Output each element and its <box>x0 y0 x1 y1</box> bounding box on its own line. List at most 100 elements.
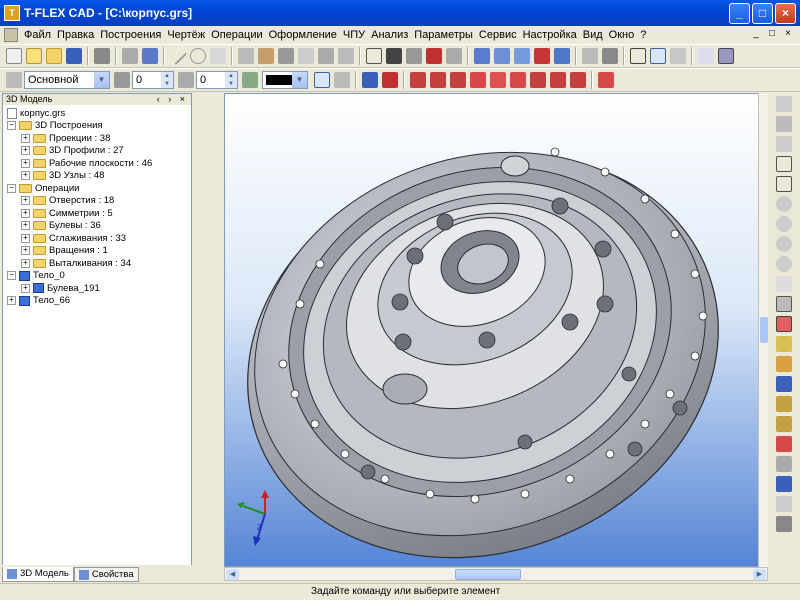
scroll-right-icon[interactable]: ▶ <box>753 569 766 580</box>
tree-item[interactable]: + Проекции : 38 <box>7 132 191 145</box>
filter-5-icon[interactable] <box>490 72 506 88</box>
minimize-button[interactable]: _ <box>729 3 750 24</box>
filter-icon[interactable] <box>314 72 330 88</box>
menu-help[interactable]: ? <box>637 29 649 41</box>
hidden-lines-icon[interactable] <box>776 496 792 512</box>
tab-properties[interactable]: Свойства <box>73 567 139 582</box>
tree-item[interactable]: − Операции <box>7 182 191 195</box>
selector-icon[interactable] <box>334 72 350 88</box>
grid-icon[interactable] <box>366 48 382 64</box>
point-icon[interactable] <box>210 48 226 64</box>
edges-icon[interactable] <box>776 516 792 532</box>
open-folder-icon[interactable] <box>46 48 62 64</box>
filter-1-icon[interactable] <box>410 72 426 88</box>
table-icon[interactable] <box>630 48 646 64</box>
color-picker-icon[interactable] <box>242 72 258 88</box>
vertical-scrollbar[interactable] <box>758 93 768 567</box>
scroll-left-icon[interactable]: ◀ <box>226 569 239 580</box>
fill-icon[interactable] <box>338 48 354 64</box>
rotate-view-icon[interactable] <box>776 116 792 132</box>
document-icon[interactable] <box>4 27 18 42</box>
clip-icon[interactable] <box>582 48 598 64</box>
expand-icon[interactable]: + <box>21 146 30 156</box>
doc-minimize-button[interactable]: _ <box>750 28 762 40</box>
menu-format[interactable]: Оформление <box>266 29 340 41</box>
layers-icon[interactable] <box>670 48 686 64</box>
new-3d-icon[interactable] <box>26 48 42 64</box>
color-combo[interactable]: ▼ <box>262 71 308 89</box>
horizontal-scrollbar[interactable]: ◀ ▶ <box>224 567 768 581</box>
circle-icon[interactable] <box>190 48 206 64</box>
menu-drawing[interactable]: Чертёж <box>164 29 208 41</box>
menu-construct[interactable]: Построения <box>97 29 164 41</box>
shade-icon[interactable] <box>776 436 792 452</box>
select-face-icon[interactable] <box>382 72 398 88</box>
expand-icon[interactable]: + <box>7 296 16 306</box>
expand-icon[interactable]: + <box>21 221 30 231</box>
hscroll-thumb[interactable] <box>455 569 521 580</box>
new-file-icon[interactable] <box>6 48 22 64</box>
level-spin[interactable]: 0 ▲ ▼ <box>196 71 238 89</box>
filter-3-icon[interactable] <box>450 72 466 88</box>
fillet-icon[interactable] <box>554 48 570 64</box>
window-2d-icon[interactable] <box>698 48 714 64</box>
expand-icon[interactable]: + <box>21 133 30 143</box>
close-button[interactable]: × <box>775 3 796 24</box>
menu-parameters[interactable]: Параметры <box>411 29 476 41</box>
tree-item[interactable]: + Отверстия : 18 <box>7 195 191 208</box>
menu-customize[interactable]: Настройка <box>520 29 580 41</box>
menu-operations[interactable]: Операции <box>208 29 265 41</box>
undo-icon[interactable] <box>122 48 138 64</box>
hatch-icon[interactable] <box>298 48 314 64</box>
tree-item[interactable]: + Симметрии : 5 <box>7 207 191 220</box>
tree-root[interactable]: корпус.grs <box>7 107 191 120</box>
pan-icon[interactable] <box>776 96 792 112</box>
zoom-in-icon[interactable] <box>776 136 792 152</box>
tree-item[interactable]: +3D Узлы : 48 <box>7 170 191 183</box>
expand-icon[interactable]: + <box>21 233 30 243</box>
section-icon[interactable] <box>776 296 792 312</box>
texture-icon[interactable] <box>776 416 792 432</box>
text-icon[interactable] <box>278 48 294 64</box>
zoom-icon[interactable] <box>776 196 792 212</box>
wireframe-icon[interactable] <box>776 456 792 472</box>
filter-4-icon[interactable] <box>470 72 486 88</box>
loft-icon[interactable] <box>514 48 530 64</box>
projection-icon[interactable] <box>426 48 442 64</box>
expand-icon[interactable]: + <box>21 283 30 293</box>
window-3d-icon[interactable] <box>718 48 734 64</box>
filter-7-icon[interactable] <box>530 72 546 88</box>
material-icon[interactable] <box>776 396 792 412</box>
cursor-icon[interactable] <box>386 48 402 64</box>
zoom-prev-icon[interactable] <box>776 236 792 252</box>
menu-window[interactable]: Окно <box>606 29 638 41</box>
filter-10-icon[interactable] <box>598 72 614 88</box>
light-icon[interactable] <box>776 336 792 352</box>
spin-arrows-icon[interactable]: ▲ ▼ <box>161 72 173 88</box>
print-icon[interactable] <box>94 48 110 64</box>
vscroll-thumb[interactable] <box>760 317 768 343</box>
menu-cnc[interactable]: ЧПУ <box>340 29 368 41</box>
chevron-down-icon[interactable]: ▼ <box>292 72 307 88</box>
doc-close-button[interactable]: × <box>782 28 794 40</box>
3d-viewport[interactable]: Z <box>224 93 768 567</box>
solid-icon[interactable] <box>776 476 792 492</box>
expand-icon[interactable]: + <box>21 196 30 206</box>
menu-analysis[interactable]: Анализ <box>368 29 411 41</box>
expand-icon[interactable]: + <box>21 258 30 268</box>
menu-view[interactable]: Вид <box>580 29 606 41</box>
filter-9-icon[interactable] <box>570 72 586 88</box>
tree-item[interactable]: + Булевы : 36 <box>7 220 191 233</box>
select-body-icon[interactable] <box>362 72 378 88</box>
tree-item[interactable]: + Тело_66 <box>7 295 191 308</box>
refresh-icon[interactable] <box>776 276 792 292</box>
line-icon[interactable] <box>168 46 188 66</box>
extrude-icon[interactable] <box>474 48 490 64</box>
expand-icon[interactable]: + <box>21 171 30 181</box>
expand-icon[interactable]: + <box>21 208 30 218</box>
collapse-icon[interactable]: − <box>7 121 16 131</box>
zoom-out-icon[interactable] <box>776 216 792 232</box>
panel-splitter[interactable] <box>194 93 222 581</box>
rotate-op-icon[interactable] <box>494 48 510 64</box>
expand-icon[interactable]: + <box>21 158 30 168</box>
